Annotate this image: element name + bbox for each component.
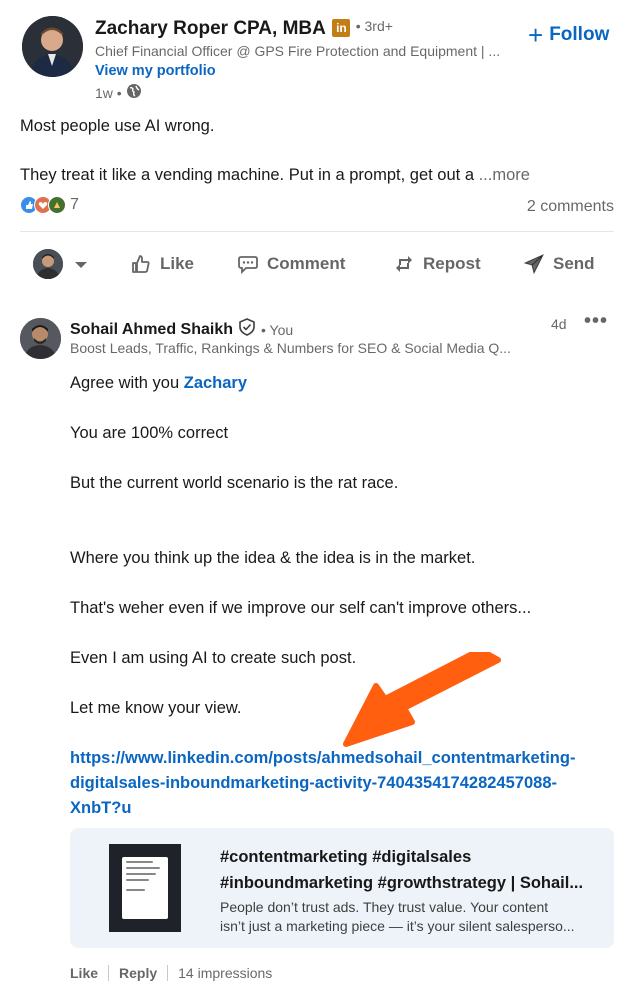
post-text-line: They treat it like a vending machine. Pu… (20, 166, 530, 185)
view-portfolio-link[interactable]: View my portfolio (95, 63, 216, 79)
separator (167, 965, 169, 981)
comment-reply-button[interactable]: Reply (119, 965, 157, 981)
actor-avatar (33, 249, 63, 279)
comment-actions: Like Reply 14 impressions (70, 965, 272, 981)
post-text-line-content: They treat it like a vending machine. Pu… (20, 166, 474, 184)
comment-like-button[interactable]: Like (70, 965, 98, 981)
repost-button[interactable]: Repost (393, 248, 481, 280)
reaction-count: 7 (70, 196, 79, 213)
commenter-name[interactable]: Sohail Ahmed Shaikh • You (70, 318, 293, 341)
repost-icon (396, 256, 412, 272)
separator (108, 965, 110, 981)
comment-line: You are 100% correct (70, 424, 229, 442)
comment-line: Agree with you Zachary (70, 374, 247, 393)
comment-line: Where you think up the idea & the idea i… (70, 549, 476, 567)
commenter-name-text: Sohail Ahmed Shaikh (70, 320, 233, 338)
preview-title: #inboundmarketing #growthstrategy | Soha… (220, 874, 584, 892)
mention-link[interactable]: Zachary (184, 374, 247, 392)
preview-thumbnail-card (122, 857, 168, 919)
preview-thumbnail (109, 844, 181, 932)
post-action-bar: Like Comment Repost Send (0, 248, 632, 280)
globe-icon (126, 83, 142, 102)
see-more-link[interactable]: ...more (479, 166, 530, 184)
comment-line: But the current world scenario is the ra… (70, 474, 399, 492)
author-avatar[interactable] (22, 16, 83, 77)
send-button[interactable]: Send (523, 248, 595, 280)
link-preview-card[interactable]: #contentmarketing #digitalsales #inbound… (70, 828, 614, 948)
author-name[interactable]: Zachary Roper CPA, MBA in • 3rd+ (95, 18, 393, 40)
comments-count[interactable]: 2 comments (527, 198, 614, 216)
chevron-down-icon (75, 262, 87, 268)
preview-description: isn’t just a marketing piece — it’s your… (220, 918, 575, 934)
comment-line: Let me know your view. (70, 699, 242, 717)
connection-degree: • 3rd+ (355, 18, 393, 34)
celebrate-reaction-icon (48, 196, 66, 214)
like-label: Like (160, 254, 195, 273)
actor-switch-dropdown[interactable] (70, 248, 92, 280)
comment-line-text: Agree with you (70, 374, 184, 392)
comment-button[interactable]: Comment (237, 248, 345, 280)
comment-icon (238, 256, 258, 275)
follow-button[interactable]: + Follow (528, 20, 610, 50)
commenter-headline: Boost Leads, Traffic, Rankings & Numbers… (70, 340, 511, 356)
impressions-count: 14 impressions (178, 965, 273, 981)
commenter-avatar[interactable] (20, 318, 61, 359)
preview-title: #contentmarketing #digitalsales (220, 848, 472, 866)
thumbs-up-icon (132, 255, 150, 273)
comment-line: Even I am using AI to create such post. (70, 649, 357, 667)
post-url-link[interactable]: XnbT?u (70, 799, 131, 818)
divider (20, 231, 614, 232)
send-label: Send (553, 254, 595, 273)
reactions-summary[interactable]: 7 (20, 196, 79, 214)
like-button[interactable]: Like (130, 248, 194, 280)
comment-line: That's weher even if we improve our self… (70, 599, 532, 617)
post-time-text: 1w • (95, 84, 122, 101)
you-label: • You (261, 321, 294, 338)
post-text-line: Most people use AI wrong. (20, 117, 215, 135)
preview-description: People don’t trust ads. They trust value… (220, 899, 549, 915)
orange-arrow-annotation (343, 652, 501, 747)
author-name-text: Zachary Roper CPA, MBA (95, 18, 326, 39)
post-url-link[interactable]: digitalsales-inboundmarketing-activity-7… (70, 774, 557, 793)
comment-time: 4d (551, 316, 567, 332)
follow-label: Follow (549, 24, 610, 45)
comment-label: Comment (267, 254, 346, 273)
verified-shield-icon (238, 318, 256, 341)
post-time: 1w • (95, 83, 142, 102)
linkedin-premium-icon: in (332, 19, 351, 37)
send-icon (523, 253, 545, 275)
comment-options-menu[interactable]: ••• (584, 310, 608, 333)
plus-icon: + (528, 20, 544, 50)
author-headline: Chief Financial Officer @ GPS Fire Prote… (95, 43, 501, 59)
repost-label: Repost (423, 254, 481, 273)
